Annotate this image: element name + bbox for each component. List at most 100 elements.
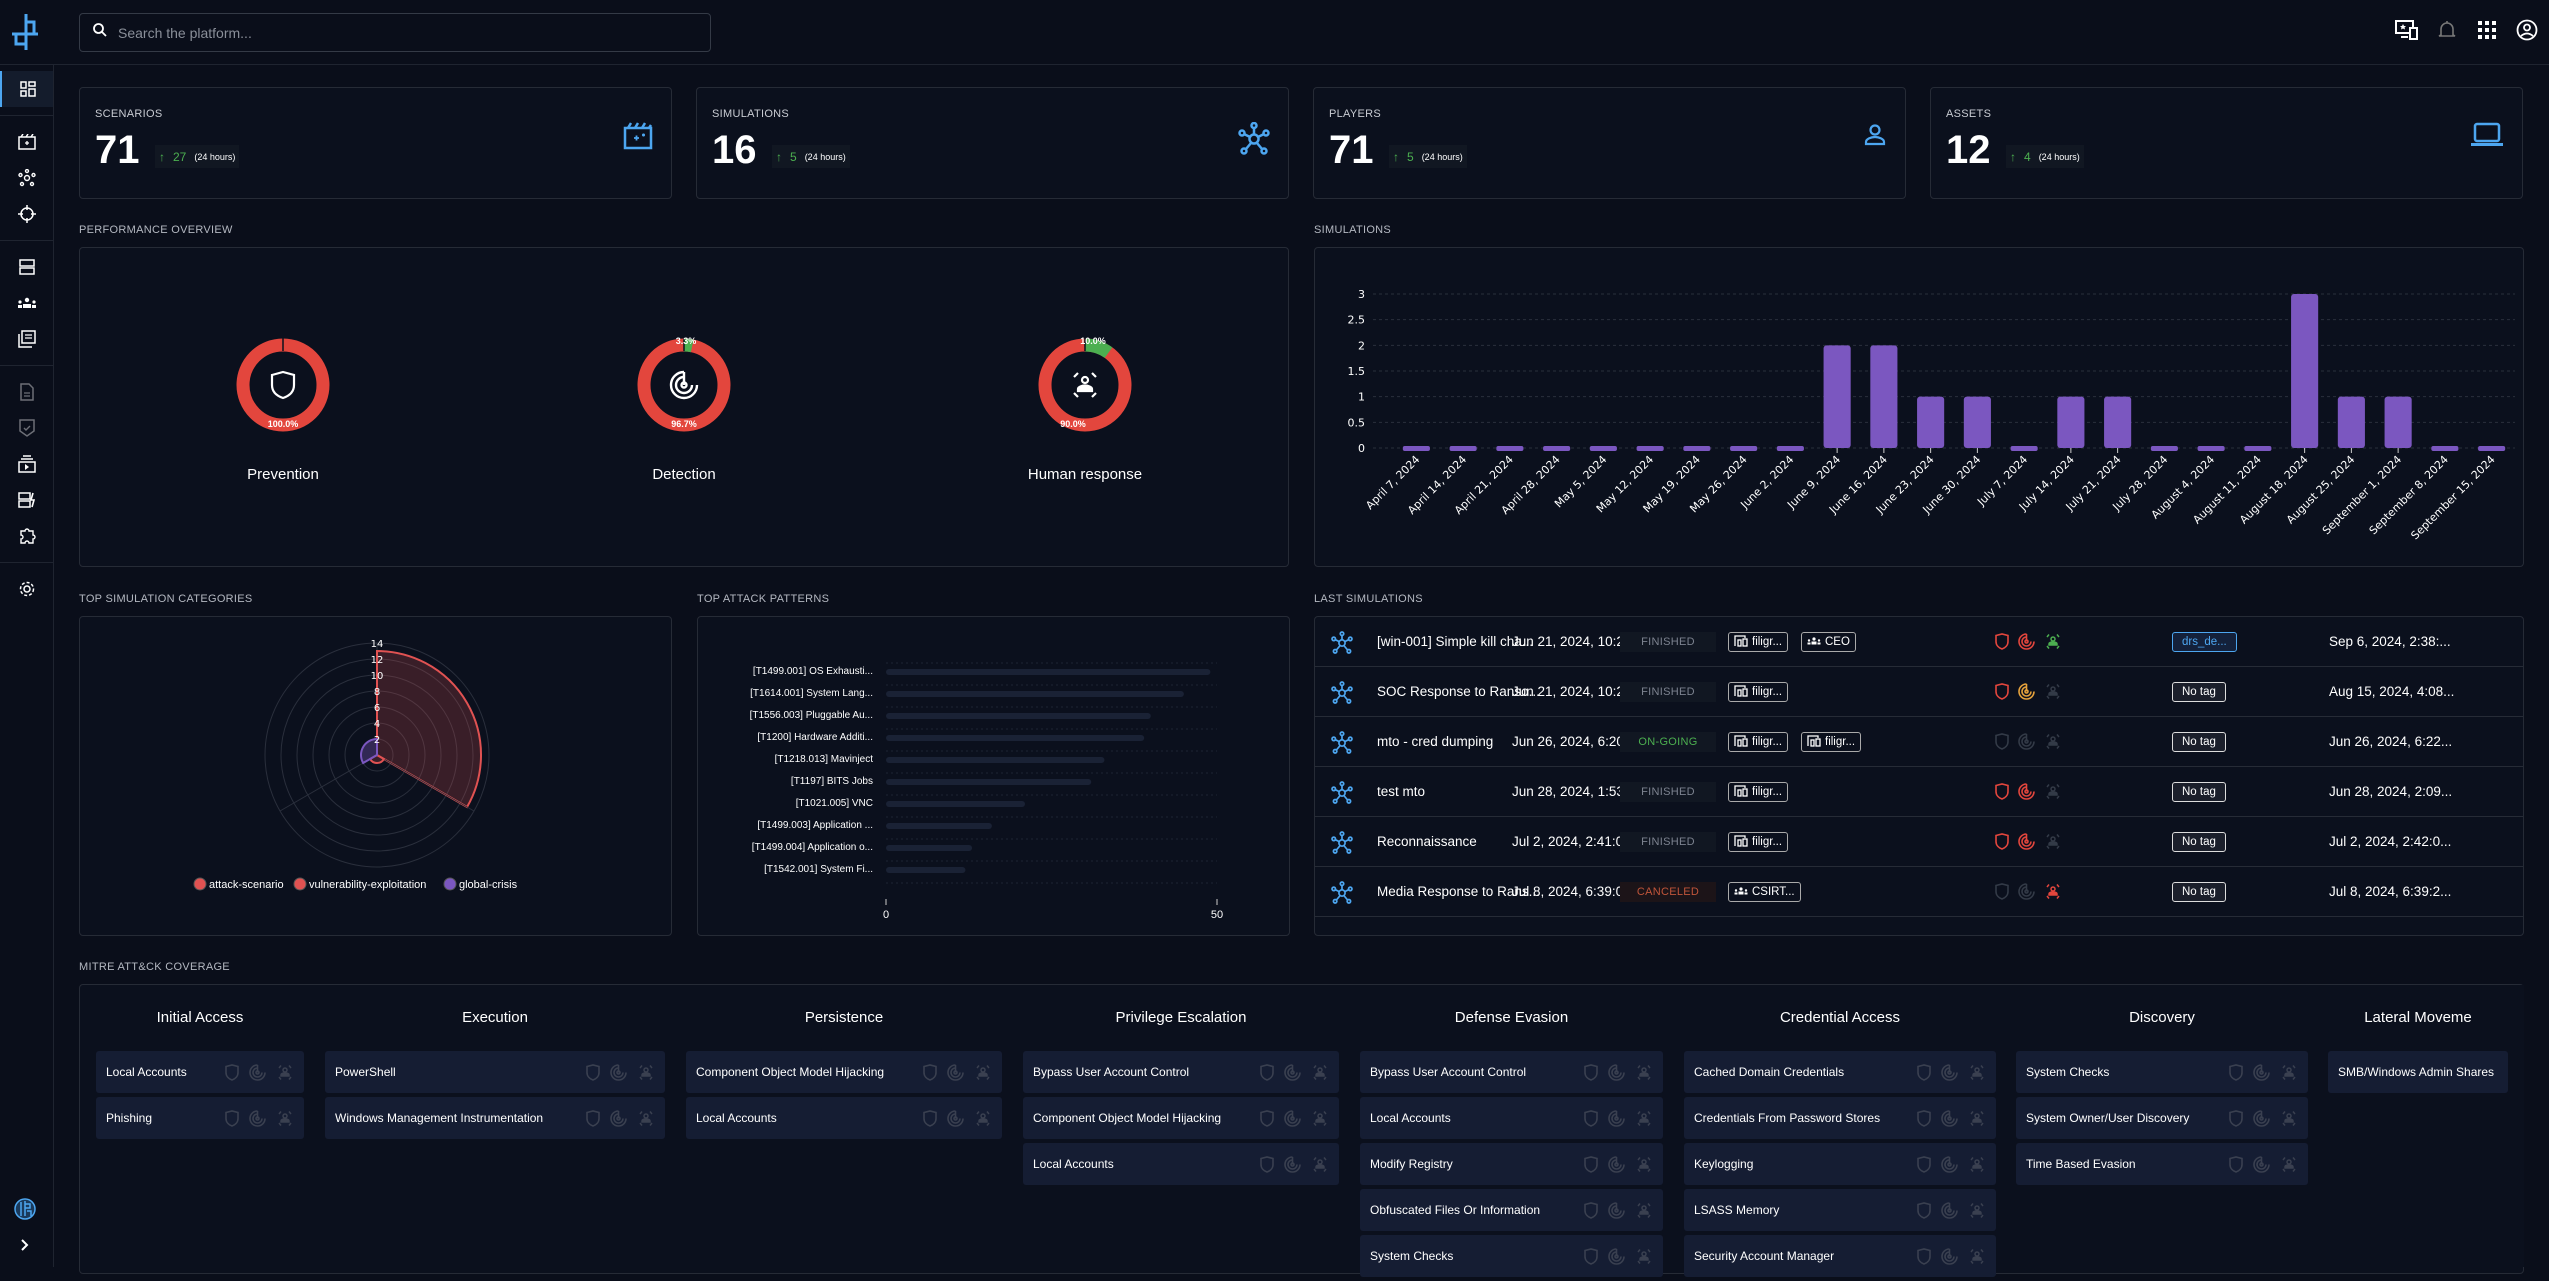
mitre-technique[interactable]: PowerShell bbox=[325, 1051, 665, 1093]
simulation-hub-icon bbox=[1331, 731, 1353, 758]
kpi-delta: ↑ 5 (24 hours) bbox=[772, 145, 850, 168]
mitre-technique-results bbox=[1584, 1109, 1653, 1127]
search-input[interactable] bbox=[118, 24, 678, 41]
mitre-technique[interactable]: LSASS Memory bbox=[1684, 1189, 1996, 1231]
simulation-tag[interactable]: No tag bbox=[2172, 882, 2226, 902]
mitre-technique[interactable]: Keylogging bbox=[1684, 1143, 1996, 1185]
mitre-technique[interactable]: System Owner/User Discovery bbox=[2016, 1097, 2308, 1139]
sidebar-item-dashboard[interactable] bbox=[0, 71, 53, 107]
shield-icon bbox=[1584, 1109, 1598, 1127]
featured-devices-icon[interactable] bbox=[2395, 18, 2419, 42]
sidebar-item-payloads[interactable] bbox=[0, 518, 53, 554]
mitre-technique-results bbox=[586, 1063, 655, 1081]
asset-group-icon bbox=[1807, 734, 1821, 750]
app-logo[interactable] bbox=[8, 12, 44, 52]
simulation-name[interactable]: test mto bbox=[1377, 784, 1425, 799]
bar bbox=[2478, 446, 2506, 451]
filigran-logo-icon[interactable] bbox=[14, 1198, 36, 1225]
mitre-technique[interactable]: Windows Management Instrumentation bbox=[325, 1097, 665, 1139]
sidebar-item-assets[interactable] bbox=[0, 249, 53, 285]
donut-prevention[interactable]: 100.0% bbox=[233, 335, 333, 435]
prevention-result-icon bbox=[1995, 683, 2009, 703]
expand-sidebar-chevron-icon[interactable] bbox=[20, 1238, 30, 1257]
account-icon[interactable] bbox=[2515, 18, 2539, 42]
sidebar-item-integrations[interactable] bbox=[0, 482, 53, 518]
simulation-target-chip[interactable]: filigr... bbox=[1728, 832, 1789, 852]
mitre-technique[interactable]: Local Accounts bbox=[96, 1051, 304, 1093]
sidebar-item-simulations[interactable] bbox=[0, 160, 53, 196]
simulation-name[interactable]: Reconnaissance bbox=[1377, 834, 1477, 849]
r-tick-label: 8 bbox=[374, 687, 380, 698]
mitre-technique[interactable]: Modify Registry bbox=[1360, 1143, 1663, 1185]
team-icon bbox=[1807, 636, 1821, 649]
detection-radar-icon bbox=[1941, 1155, 1958, 1173]
simulation-hub-icon bbox=[1331, 631, 1353, 658]
simulation-tag[interactable]: No tag bbox=[2172, 782, 2226, 802]
laptop-icon bbox=[2470, 122, 2504, 153]
simulation-target-chip[interactable]: CSIRT... bbox=[1728, 882, 1801, 902]
simulation-row[interactable]: [win-001] Simple kill cha... Jun 21, 2024… bbox=[1315, 617, 2523, 667]
sidebar-item-scenarios[interactable] bbox=[0, 124, 53, 160]
mitre-technique[interactable]: Local Accounts bbox=[686, 1097, 1002, 1139]
simulation-target-chip[interactable]: CEO bbox=[1801, 632, 1856, 652]
x-tick-label: 50 bbox=[1211, 909, 1223, 921]
donut-detection[interactable]: 96.7% 3.3% bbox=[634, 335, 734, 435]
simulation-row[interactable]: Reconnaissance Jul 2, 2024, 2:41:0... FINI… bbox=[1315, 817, 2523, 867]
mitre-technique[interactable]: Time Based Evasion bbox=[2016, 1143, 2308, 1185]
sidebar-item-components[interactable] bbox=[0, 321, 53, 357]
mitre-technique[interactable]: Phishing bbox=[96, 1097, 304, 1139]
mitre-technique[interactable]: Bypass User Account Control bbox=[1360, 1051, 1663, 1093]
simulation-tag[interactable]: drs_de... bbox=[2172, 632, 2237, 652]
storage-bolt-icon bbox=[17, 492, 35, 508]
search-bar[interactable] bbox=[79, 13, 711, 52]
simulation-target-chip[interactable]: filigr... bbox=[1728, 632, 1789, 652]
notifications-bell-icon[interactable] bbox=[2435, 18, 2459, 42]
donut-human-response[interactable]: 90.0% 10.0% bbox=[1035, 335, 1135, 435]
mitre-technique[interactable]: Component Object Model Hijacking bbox=[1023, 1097, 1339, 1139]
mitre-technique[interactable]: Component Object Model Hijacking bbox=[686, 1051, 1002, 1093]
mitre-technique[interactable]: Obfuscated Files Or Information bbox=[1360, 1189, 1663, 1231]
simulation-tag[interactable]: No tag bbox=[2172, 832, 2226, 852]
sidebar-item-atomic-testing[interactable] bbox=[0, 196, 53, 232]
sidebar-item-lessons[interactable] bbox=[0, 410, 53, 446]
mitre-technique[interactable]: Credentials From Password Stores bbox=[1684, 1097, 1996, 1139]
mitre-technique-name: PowerShell bbox=[335, 1065, 396, 1079]
simulation-row[interactable]: mto - cred dumping Jun 26, 2024, 6:20... O… bbox=[1315, 717, 2523, 767]
mitre-technique[interactable]: Bypass User Account Control bbox=[1023, 1051, 1339, 1093]
sidebar-item-documents[interactable] bbox=[0, 374, 53, 410]
simulation-tag[interactable]: No tag bbox=[2172, 682, 2226, 702]
simulation-target-chip[interactable]: filigr... bbox=[1728, 782, 1789, 802]
simulation-tag[interactable]: No tag bbox=[2172, 732, 2226, 752]
simulation-row[interactable]: Media Response to Rans... Jul 8, 2024, 6:… bbox=[1315, 867, 2523, 917]
simulation-row[interactable]: SOC Response to Ranso... Jun 21, 2024, 10… bbox=[1315, 667, 2523, 717]
sidebar-item-settings[interactable] bbox=[0, 571, 53, 607]
mitre-technique[interactable]: SMB/Windows Admin Shares bbox=[2328, 1051, 2508, 1093]
mitre-technique-results bbox=[2229, 1109, 2298, 1127]
mitre-technique[interactable]: Cached Domain Credentials bbox=[1684, 1051, 1996, 1093]
simulation-name[interactable]: [win-001] Simple kill cha... bbox=[1377, 634, 1533, 649]
simulation-target-chip[interactable]: filigr... bbox=[1728, 732, 1789, 752]
sidebar-item-channels[interactable] bbox=[0, 446, 53, 482]
apps-grid-icon[interactable] bbox=[2475, 18, 2499, 42]
kpi-label: ASSETS bbox=[1946, 108, 1992, 120]
mitre-technique[interactable]: Local Accounts bbox=[1023, 1143, 1339, 1185]
simulation-target-chip[interactable]: filigr... bbox=[1728, 682, 1789, 702]
r-tick-label: 4 bbox=[374, 719, 380, 730]
mitre-technique[interactable]: Security Account Manager bbox=[1684, 1235, 1996, 1277]
human-response-icon bbox=[976, 1110, 990, 1126]
document-icon bbox=[19, 383, 34, 401]
mitre-technique[interactable]: System Checks bbox=[1360, 1235, 1663, 1277]
kpi-card-scenarios: SCENARIOS 71 ↑ 27 (24 hours) bbox=[79, 87, 672, 199]
mitre-technique[interactable]: Local Accounts bbox=[1360, 1097, 1663, 1139]
simulation-name[interactable]: mto - cred dumping bbox=[1377, 734, 1493, 749]
mitre-technique[interactable]: System Checks bbox=[2016, 1051, 2308, 1093]
simulation-row[interactable]: test mto Jun 28, 2024, 1:53... FINISHED fil… bbox=[1315, 767, 2523, 817]
mitre-technique-results bbox=[1584, 1063, 1653, 1081]
human-response-icon bbox=[2046, 884, 2060, 899]
bar bbox=[2104, 396, 2132, 448]
simulation-target-chip[interactable]: filigr... bbox=[1801, 732, 1862, 752]
sidebar-item-teams[interactable] bbox=[0, 285, 53, 321]
x-tick-label: September 1, 2024 bbox=[2320, 453, 2404, 537]
movie-filter-icon bbox=[17, 134, 36, 150]
categories-polar-chart: 2 4 6 8 10 12 14 attack-scenario vulnerability-e… bbox=[193, 639, 518, 891]
